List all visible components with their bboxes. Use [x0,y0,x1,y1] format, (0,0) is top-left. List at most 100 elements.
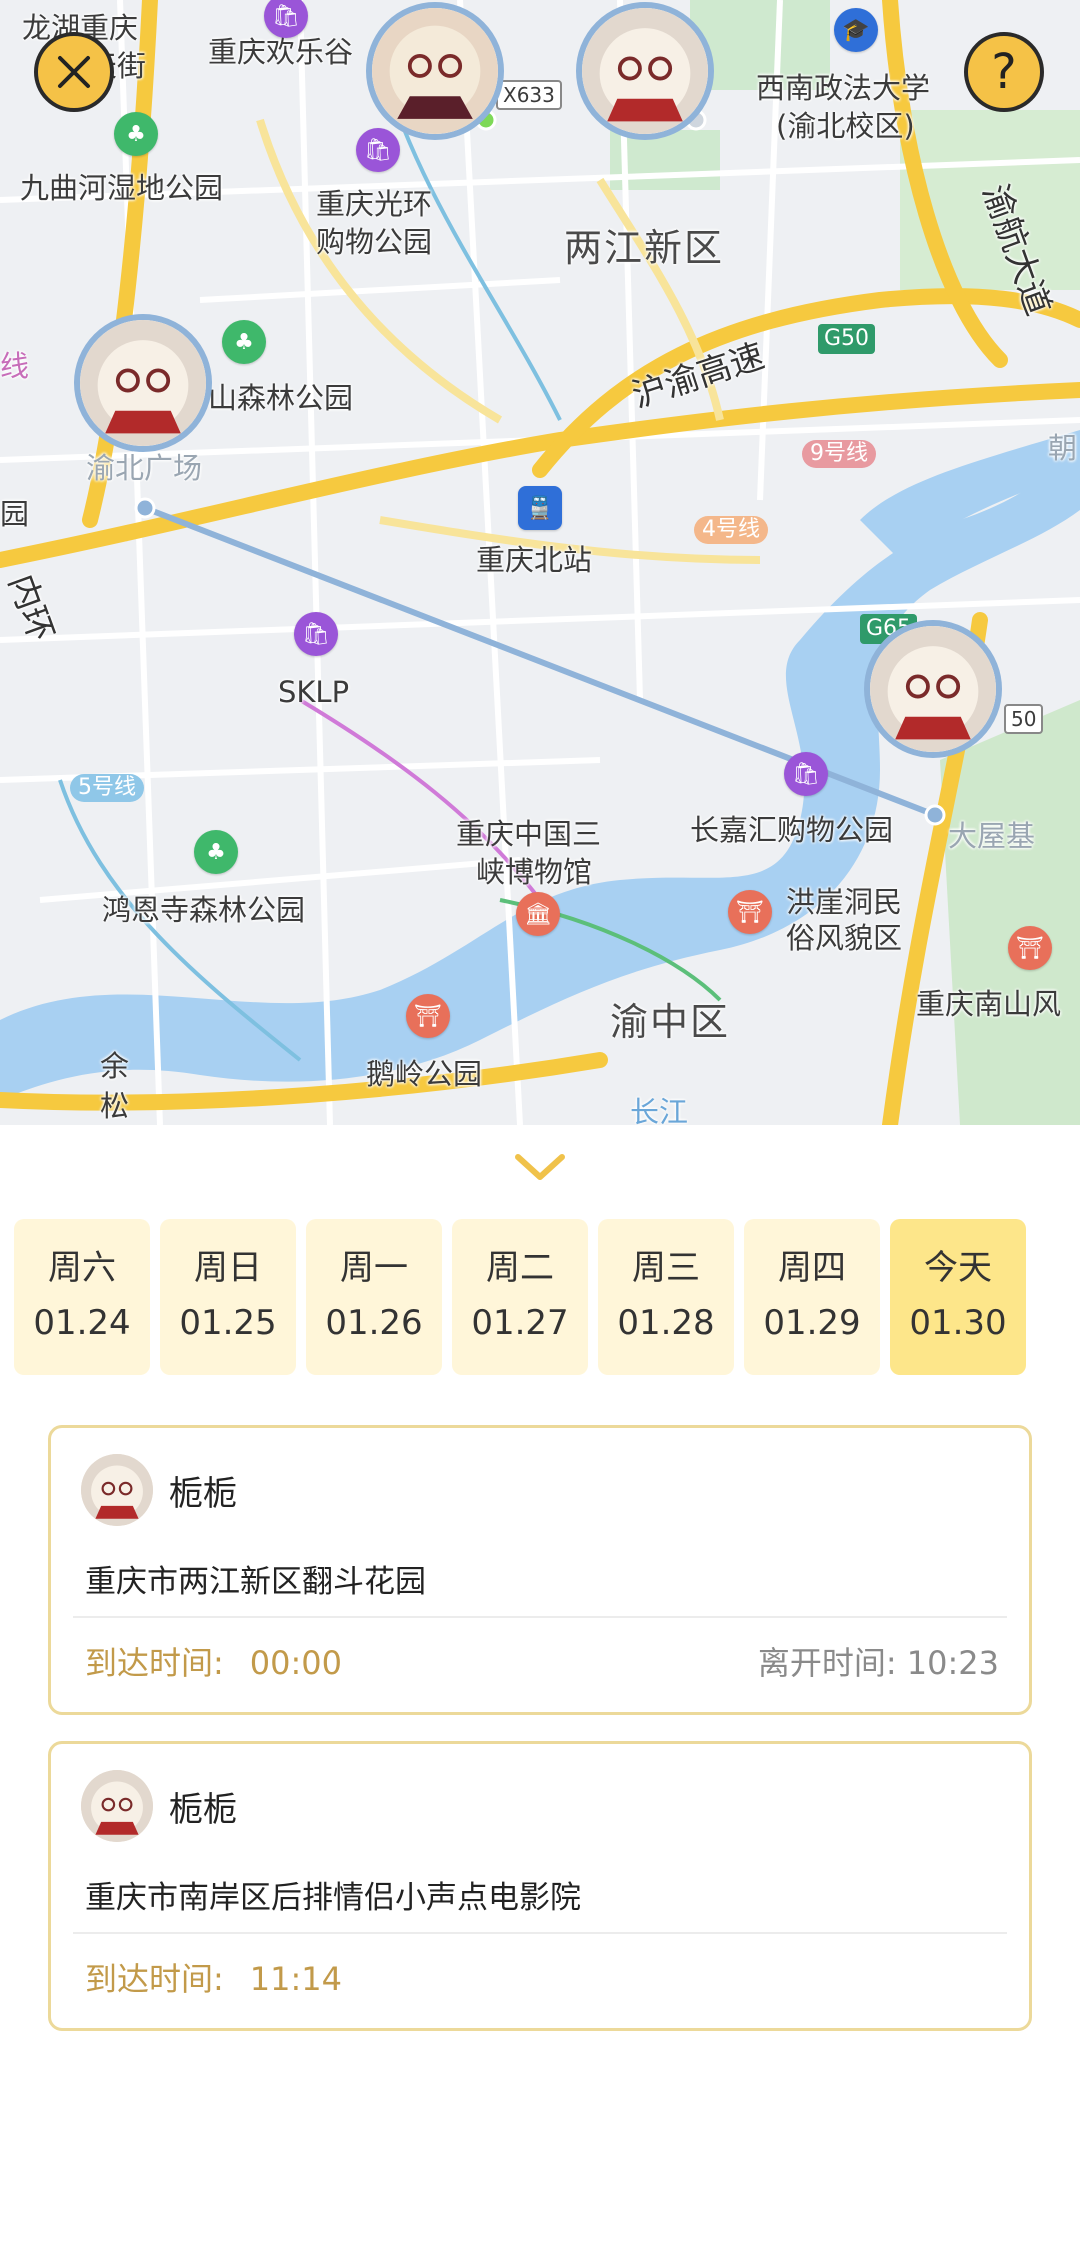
avatar-pin[interactable] [864,620,1002,758]
map-label-yuan: 园 [0,497,30,531]
date-value: 01.30 [909,1303,1007,1343]
location-record-card[interactable]: 栀栀 重庆市南岸区后排情侣小声点电影院 到达时间: 11:14 [48,1741,1032,2031]
map-label-yubei-square: 渝北广场 [86,451,203,485]
shopping-icon[interactable]: 🛍 [356,128,400,172]
date-tab[interactable]: 周一 01.26 [306,1219,442,1375]
avatar-pin[interactable] [576,2,714,140]
date-weekday: 周二 [486,1248,554,1288]
scenic-spot-icon[interactable]: ⛩ [728,890,772,934]
date-value: 01.27 [471,1303,569,1343]
divider [73,1932,1007,1934]
park-icon[interactable]: ♣ [114,112,158,156]
map-label-hongensi: 鸿恩寺森林公园 [102,893,306,927]
date-selector: 周六 01.24 周日 01.25 周一 01.26 周二 01.27 周三 0… [14,1219,1066,1375]
map-label-nanshan: 重庆南山风 [916,987,1062,1021]
avatar [81,1454,153,1526]
date-value: 01.28 [617,1303,715,1343]
date-tab[interactable]: 周三 01.28 [598,1219,734,1375]
arrive-label: 到达时间: [85,1960,224,1998]
user-name: 栀栀 [169,1473,237,1514]
date-tab[interactable]: 周四 01.29 [744,1219,880,1375]
location-record-card[interactable]: 栀栀 重庆市两江新区翻斗花园 到达时间: 00:00 离开时间: 10:23 [48,1425,1032,1715]
record-times: 到达时间: 11:14 [85,1954,999,2000]
museum-icon[interactable]: 🏛 [516,892,560,936]
road-badge-50: 50 [1004,704,1044,734]
park-icon[interactable]: ♣ [194,830,238,874]
map-label-hongyadong-2: 俗风貌区 [786,921,903,955]
avatar-image [372,8,498,134]
map-label-yu: 余 [100,1049,130,1083]
close-button[interactable] [34,32,114,112]
scenic-spot-icon[interactable]: ⛩ [406,994,450,1038]
date-tab[interactable]: 周日 01.25 [160,1219,296,1375]
map-label-song: 松 [100,1089,130,1123]
date-value: 01.24 [33,1303,131,1343]
map-label-yangtze: 长江 [630,1095,689,1125]
metro-badge-line5: 5号线 [70,774,144,802]
map-label-swupl-1: 西南政法大学 [756,71,931,105]
map-label-museum-2: 峡博物馆 [476,855,593,889]
avatar-image [582,8,708,134]
metro-badge-line9: 9号线 [802,440,876,468]
date-value: 01.26 [325,1303,423,1343]
date-weekday: 周三 [632,1248,700,1288]
map-label-swupl-2: (渝北校区) [776,109,915,143]
shopping-icon[interactable]: 🛍 [294,612,338,656]
bottom-sheet: 周六 01.24 周日 01.25 周一 01.26 周二 01.27 周三 0… [0,1125,1080,2242]
avatar-image [81,1454,153,1526]
help-icon: ? [991,44,1017,100]
map-label-guanghuan-2: 购物公园 [316,225,433,259]
arrive-time: 到达时间: 11:14 [85,1954,342,2000]
map-label-dawuji: 大屋基 [948,819,1036,853]
arrive-time: 到达时间: 00:00 [85,1638,342,1684]
date-weekday: 周六 [48,1248,116,1288]
date-weekday: 周日 [194,1248,262,1288]
record-user: 栀栀 [81,1454,237,1526]
date-tab[interactable]: 周二 01.27 [452,1219,588,1375]
shopping-icon[interactable]: 🛍 [784,752,828,796]
date-weekday: 周四 [778,1248,846,1288]
date-tab-today[interactable]: 今天 01.30 [890,1219,1026,1375]
record-user: 栀栀 [81,1770,237,1842]
park-icon[interactable]: ♣ [222,320,266,364]
record-address: 重庆市南岸区后排情侣小声点电影院 [85,1880,581,1916]
user-name: 栀栀 [169,1789,237,1830]
map-label-yuzhong: 渝中区 [610,1000,731,1044]
divider [73,1616,1007,1618]
avatar-pin[interactable] [366,2,504,140]
chevron-down-icon[interactable] [510,1147,570,1187]
map-label-museum-1: 重庆中国三 [456,817,602,851]
map-label-happy-valley: 重庆欢乐谷 [208,35,354,69]
avatar-image [80,320,206,446]
date-weekday: 今天 [924,1248,992,1288]
map-view[interactable]: 龙湖重庆 天街 重庆欢乐谷 九曲河湿地公园 重庆光环 购物公园 两江新区 西南政… [0,0,1080,1125]
date-weekday: 周一 [340,1248,408,1288]
train-station-icon[interactable]: 🚆 [518,486,562,530]
scenic-spot-icon[interactable]: ⛩ [1008,926,1052,970]
map-label-guanghuan-1: 重庆光环 [316,187,433,221]
record-times: 到达时间: 00:00 离开时间: 10:23 [85,1638,999,1684]
date-value: 01.25 [179,1303,277,1343]
arrive-value: 00:00 [249,1644,343,1682]
leave-time: 离开时间: 10:23 [757,1644,999,1682]
road-badge-g50: G50 [818,324,876,354]
metro-badge-line4: 4号线 [694,516,768,544]
map-label-forest-park: 山森林公园 [208,381,354,415]
arrive-label: 到达时间: [85,1644,224,1682]
avatar-image [81,1770,153,1842]
arrive-value: 11:14 [249,1960,343,1998]
map-label-line-fragment: 线 [0,349,30,383]
avatar [81,1770,153,1842]
map-label-liangjiang: 两江新区 [564,226,725,270]
map-label-changjiahui: 长嘉汇购物公园 [690,813,894,847]
map-label-sklp: SKLP [278,675,350,709]
map-label-eling-park: 鹅岭公园 [366,1057,483,1091]
school-icon[interactable]: 🎓 [834,8,878,52]
map-label-jiuqu-wetland: 九曲河湿地公园 [20,171,224,205]
avatar-pin[interactable] [74,314,212,452]
help-button[interactable]: ? [964,32,1044,112]
avatar-image [870,626,996,752]
record-address: 重庆市两江新区翻斗花园 [85,1564,426,1600]
date-tab[interactable]: 周六 01.24 [14,1219,150,1375]
map-label-chao: 朝 [1048,431,1078,465]
